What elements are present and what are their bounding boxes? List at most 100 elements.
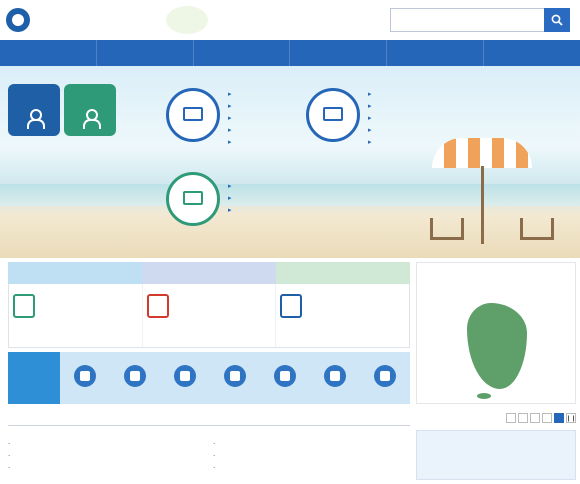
user-help-bar (8, 352, 410, 404)
download-icon (274, 365, 296, 387)
help-item-4[interactable] (210, 352, 260, 404)
notice-list (8, 426, 410, 474)
circle-3-item[interactable] (228, 192, 235, 204)
help-item-5[interactable] (260, 352, 310, 404)
business-task-circle[interactable] (166, 88, 220, 142)
search-icon (551, 14, 563, 26)
popup-header: ❙❙ (416, 410, 576, 426)
gov-slogan (124, 12, 162, 28)
popup-page-1[interactable] (506, 413, 516, 423)
beach-chair-illustration (430, 218, 464, 240)
nav-item-5[interactable] (387, 40, 485, 66)
service-tab-2[interactable] (142, 262, 276, 284)
search-button[interactable] (544, 8, 570, 32)
notice-row[interactable] (213, 462, 410, 474)
notice-row[interactable] (8, 438, 205, 450)
circle-1-item[interactable] (228, 100, 235, 112)
notice-panel (8, 410, 410, 480)
popup-pager: ❙❙ (506, 413, 576, 423)
notice-text (8, 438, 10, 450)
popup-page-5[interactable] (554, 413, 564, 423)
help-item-6[interactable] (310, 352, 360, 404)
circle-1-item[interactable] (228, 136, 235, 148)
certificate-icon (183, 190, 203, 205)
service-column-1 (9, 284, 143, 347)
search-input[interactable] (391, 9, 545, 31)
circle-2-list (368, 88, 375, 148)
popup-page-4[interactable] (542, 413, 552, 423)
service-tabs (8, 262, 410, 284)
home-icon (74, 365, 96, 387)
popup-zone: ❙❙ (416, 410, 576, 480)
popup-page-3[interactable] (530, 413, 540, 423)
notice-text (8, 462, 10, 474)
service-panel (8, 262, 410, 348)
help-item-1[interactable] (60, 352, 110, 404)
sea-illustration (0, 184, 580, 206)
korea-map-image[interactable] (467, 303, 527, 389)
monitor-icon (280, 294, 303, 318)
document-icon (13, 294, 35, 318)
nav-item-1[interactable] (0, 40, 97, 66)
circle-2-item[interactable] (368, 136, 375, 148)
nav-item-2[interactable] (97, 40, 194, 66)
circle-1-item[interactable] (228, 112, 235, 124)
beach-chair-illustration (520, 218, 554, 240)
search-doc-icon (323, 106, 343, 121)
circle-2-item[interactable] (368, 88, 375, 100)
checklist-icon (146, 294, 169, 318)
help-bar-label (8, 352, 60, 404)
notice-text (213, 450, 215, 462)
main-nav (0, 40, 580, 66)
service-column-2 (143, 284, 277, 347)
notice-text (8, 450, 10, 462)
subscriber-task-circle[interactable] (306, 88, 360, 142)
circle-1-item[interactable] (228, 88, 235, 100)
jeju-map-image[interactable] (477, 393, 491, 399)
agency-map-panel (416, 262, 576, 404)
warning-icon (174, 365, 196, 387)
umbrella-pole-illustration (481, 166, 484, 244)
notice-row[interactable] (8, 462, 205, 474)
popup-pause-button[interactable]: ❙❙ (566, 413, 576, 423)
popup-banner[interactable] (416, 430, 576, 480)
certificate-icon (374, 365, 396, 387)
site-header (0, 0, 580, 40)
nav-item-4[interactable] (290, 40, 388, 66)
circle-3-list (228, 180, 235, 216)
business-login-button[interactable] (64, 84, 116, 136)
beach-umbrella-illustration (432, 138, 532, 168)
notice-row[interactable] (213, 450, 410, 462)
form-icon (224, 365, 246, 387)
shield-icon (324, 365, 346, 387)
service-tab-1[interactable] (8, 262, 142, 284)
logo-mark-icon (6, 8, 30, 32)
service-column-3 (276, 284, 409, 347)
site-logo[interactable] (6, 6, 122, 34)
help-item-7[interactable] (360, 352, 410, 404)
personal-login-button[interactable] (8, 84, 60, 136)
help-item-3[interactable] (160, 352, 210, 404)
business-person-icon (81, 109, 101, 129)
service-tab-3[interactable] (276, 262, 410, 284)
popup-page-2[interactable] (518, 413, 528, 423)
notice-row[interactable] (213, 438, 410, 450)
certificate-circle[interactable] (166, 172, 220, 226)
nav-item-3[interactable] (194, 40, 291, 66)
circle-3-item[interactable] (228, 204, 235, 216)
circle-1-list (228, 88, 235, 148)
circle-2-item[interactable] (368, 112, 375, 124)
notice-text (213, 462, 215, 474)
slogan-image (166, 6, 208, 34)
circle-2-item[interactable] (368, 100, 375, 112)
service-body (8, 284, 410, 348)
notice-row[interactable] (8, 450, 205, 462)
circle-2-item[interactable] (368, 124, 375, 136)
book-icon (183, 106, 203, 121)
notice-text (213, 438, 215, 450)
search-box (390, 8, 570, 32)
nav-item-6[interactable] (484, 40, 580, 66)
help-item-2[interactable] (110, 352, 160, 404)
circle-1-item[interactable] (228, 124, 235, 136)
circle-3-item[interactable] (228, 180, 235, 192)
